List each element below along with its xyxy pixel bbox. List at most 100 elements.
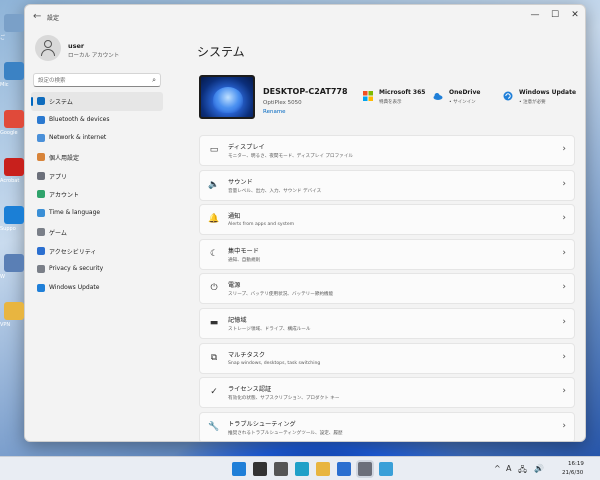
settings-card-wrench[interactable]: 🔧 トラブルシューティング 推奨されるトラブルシューティングツール、設定、履歴 ›: [199, 411, 575, 441]
chevron-right-icon: ›: [562, 316, 566, 327]
desktop-icon-label: W: [0, 274, 5, 280]
minimize-button[interactable]: —: [527, 10, 543, 20]
sidebar-item-label: アクセシビリティ: [49, 248, 97, 256]
store-button[interactable]: [337, 462, 351, 476]
settings-card-power[interactable]: ⏻ 電源 スリープ、バッテリ使用状況、バッテリー節約機能 ›: [199, 273, 575, 305]
desktop-icon-label: Suppo: [0, 226, 16, 232]
sidebar-item-monitor[interactable]: システム: [31, 92, 163, 111]
card-title: ライセンス認証: [228, 386, 272, 394]
task-view-button[interactable]: [274, 462, 288, 476]
start-button[interactable]: [232, 462, 246, 476]
status-title: OneDrive: [449, 89, 481, 96]
clock-time[interactable]: 16:19: [568, 461, 584, 467]
tray-overflow-icon[interactable]: ^: [494, 464, 501, 473]
gamepad-icon: [37, 227, 45, 236]
settings-card-bell[interactable]: 🔔 通知 Alerts from apps and system ›: [199, 204, 575, 236]
title-bar: ← 設定 — ☐ ✕: [25, 5, 585, 29]
network-icon: [37, 134, 45, 143]
sidebar-item-label: アカウント: [49, 192, 80, 200]
status-title: Microsoft 365: [379, 89, 426, 96]
card-subtitle: 有効化の状態、サブスクリプション、プロダクト キー: [228, 396, 340, 402]
chevron-right-icon: ›: [562, 420, 566, 431]
storage-icon: ▬: [209, 317, 219, 328]
sidebar-item-brush[interactable]: 個人用設定: [31, 148, 163, 167]
status-subtitle: 特典を表示: [379, 100, 402, 105]
multitask-icon: ⧉: [210, 352, 218, 363]
window-title: 設定: [47, 15, 60, 22]
sidebar-item-label: アプリ: [49, 173, 68, 181]
sidebar-item-apps[interactable]: アプリ: [31, 167, 163, 186]
card-subtitle: 推奨されるトラブルシューティングツール、設定、履歴: [228, 430, 343, 436]
sidebar-item-shield[interactable]: Privacy & security: [31, 260, 163, 279]
file-explorer-button[interactable]: [316, 462, 330, 476]
app-button[interactable]: [379, 462, 393, 476]
volume-icon[interactable]: 🔊: [534, 464, 544, 473]
desktop-icon-app-2[interactable]: [4, 254, 24, 272]
settings-button[interactable]: [358, 462, 372, 476]
card-subtitle: モニター、明るさ、夜間モード、ディスプレイ プロファイル: [228, 154, 353, 159]
shield-icon: [37, 265, 45, 274]
card-subtitle: 通知、自動規則: [228, 257, 261, 263]
close-button[interactable]: ✕: [567, 10, 583, 20]
settings-card-multitask[interactable]: ⧉ マルチタスク Snap windows, desktops, task swit…: [199, 342, 575, 374]
check-circle-icon: ✓: [210, 387, 218, 398]
search-input[interactable]: [38, 75, 146, 86]
desktop-icon-folder[interactable]: [4, 302, 24, 320]
status-title: Windows Update: [519, 89, 577, 96]
chevron-right-icon: ›: [562, 213, 566, 224]
desktop-icon-recycle-bin[interactable]: [4, 14, 24, 32]
desktop-icon-chrome[interactable]: [4, 110, 24, 128]
rename-link[interactable]: Rename: [263, 109, 286, 115]
desktop-icon-acrobat[interactable]: [4, 158, 24, 176]
settings-card-storage[interactable]: ▬ 記憶域ストレージ領域、ドライブ、構成ルール ›: [199, 307, 575, 339]
back-arrow-icon[interactable]: ←: [33, 11, 41, 22]
sidebar-item-account[interactable]: アカウント: [31, 185, 163, 204]
device-wallpaper-thumbnail: [199, 75, 255, 119]
sidebar-item-update[interactable]: Windows Update: [31, 279, 163, 298]
card-subtitle: Snap windows, desktops, task switching: [228, 360, 321, 366]
sidebar-item-bluetooth[interactable]: Bluetooth & devices: [31, 111, 163, 130]
desktop-icon-app-1[interactable]: [4, 62, 24, 80]
sidebar-item-network[interactable]: Network & internet: [31, 129, 163, 148]
settings-card-speaker[interactable]: 🔈 サウンド 音量レベル、出力、入力、サウンド デバイス ›: [199, 169, 575, 201]
clock-date[interactable]: 21/6/30: [562, 470, 583, 476]
chevron-right-icon: ›: [562, 144, 566, 154]
search-icon[interactable]: ⌕: [152, 76, 156, 85]
chevron-right-icon: ›: [562, 282, 566, 293]
desktop-icon-label: Acrobat: [0, 178, 20, 184]
settings-card-display[interactable]: ▭ ディスプレイ モニター、明るさ、夜間モード、ディスプレイ プロファイル ›: [199, 135, 575, 166]
chevron-right-icon: ›: [562, 247, 566, 258]
moon-icon: ☾: [209, 248, 219, 259]
card-title: 通知: [228, 213, 241, 221]
card-subtitle: ストレージ領域、ドライブ、構成ルール: [228, 326, 311, 332]
desktop-icon-label: VPN: [0, 322, 11, 328]
sidebar-item-gamepad[interactable]: ゲーム: [31, 223, 163, 242]
sidebar-item-globe[interactable]: Time & language: [31, 204, 163, 223]
card-title: サウンド: [228, 178, 253, 186]
sidebar-item-label: ゲーム: [49, 229, 67, 237]
edge-button[interactable]: [295, 462, 309, 476]
settings-list: ▭ ディスプレイ モニター、明るさ、夜間モード、ディスプレイ プロファイル › 🔈 サウン…: [199, 135, 575, 441]
settings-card-moon[interactable]: ☾ 集中モード 通知、自動規則 ›: [199, 238, 575, 270]
search-button[interactable]: [253, 462, 267, 476]
account-icon: [37, 190, 45, 199]
maximize-button[interactable]: ☐: [547, 10, 563, 20]
settings-card-check-circle[interactable]: ✓ ライセンス認証 有効化の状態、サブスクリプション、プロダクト キー ›: [199, 377, 575, 409]
sidebar-item-label: Network & internet: [49, 134, 107, 142]
avatar[interactable]: [35, 35, 61, 61]
sidebar-item-label: システム: [49, 99, 73, 106]
device-name: DESKTOP-C2AT778: [263, 87, 348, 96]
page-title: システム: [197, 45, 245, 59]
card-title: 記憶域: [228, 316, 247, 324]
card-title: トラブルシューティング: [228, 420, 296, 428]
sidebar-item-label: Windows Update: [49, 283, 100, 291]
desktop-icon-support[interactable]: [4, 206, 24, 224]
ime-indicator[interactable]: A: [506, 464, 511, 473]
search-box[interactable]: ⌕: [33, 73, 161, 87]
chevron-right-icon: ›: [562, 178, 566, 189]
settings-window: ← 設定 — ☐ ✕ user ローカル アカウント ⌕ システム Bluetoo…: [24, 4, 586, 442]
card-title: マルチタスク: [228, 351, 266, 359]
desktop-icon-label: ご: [0, 35, 6, 41]
network-icon[interactable]: 🖧: [518, 464, 527, 478]
sidebar-item-accessibility[interactable]: アクセシビリティ: [31, 242, 163, 261]
